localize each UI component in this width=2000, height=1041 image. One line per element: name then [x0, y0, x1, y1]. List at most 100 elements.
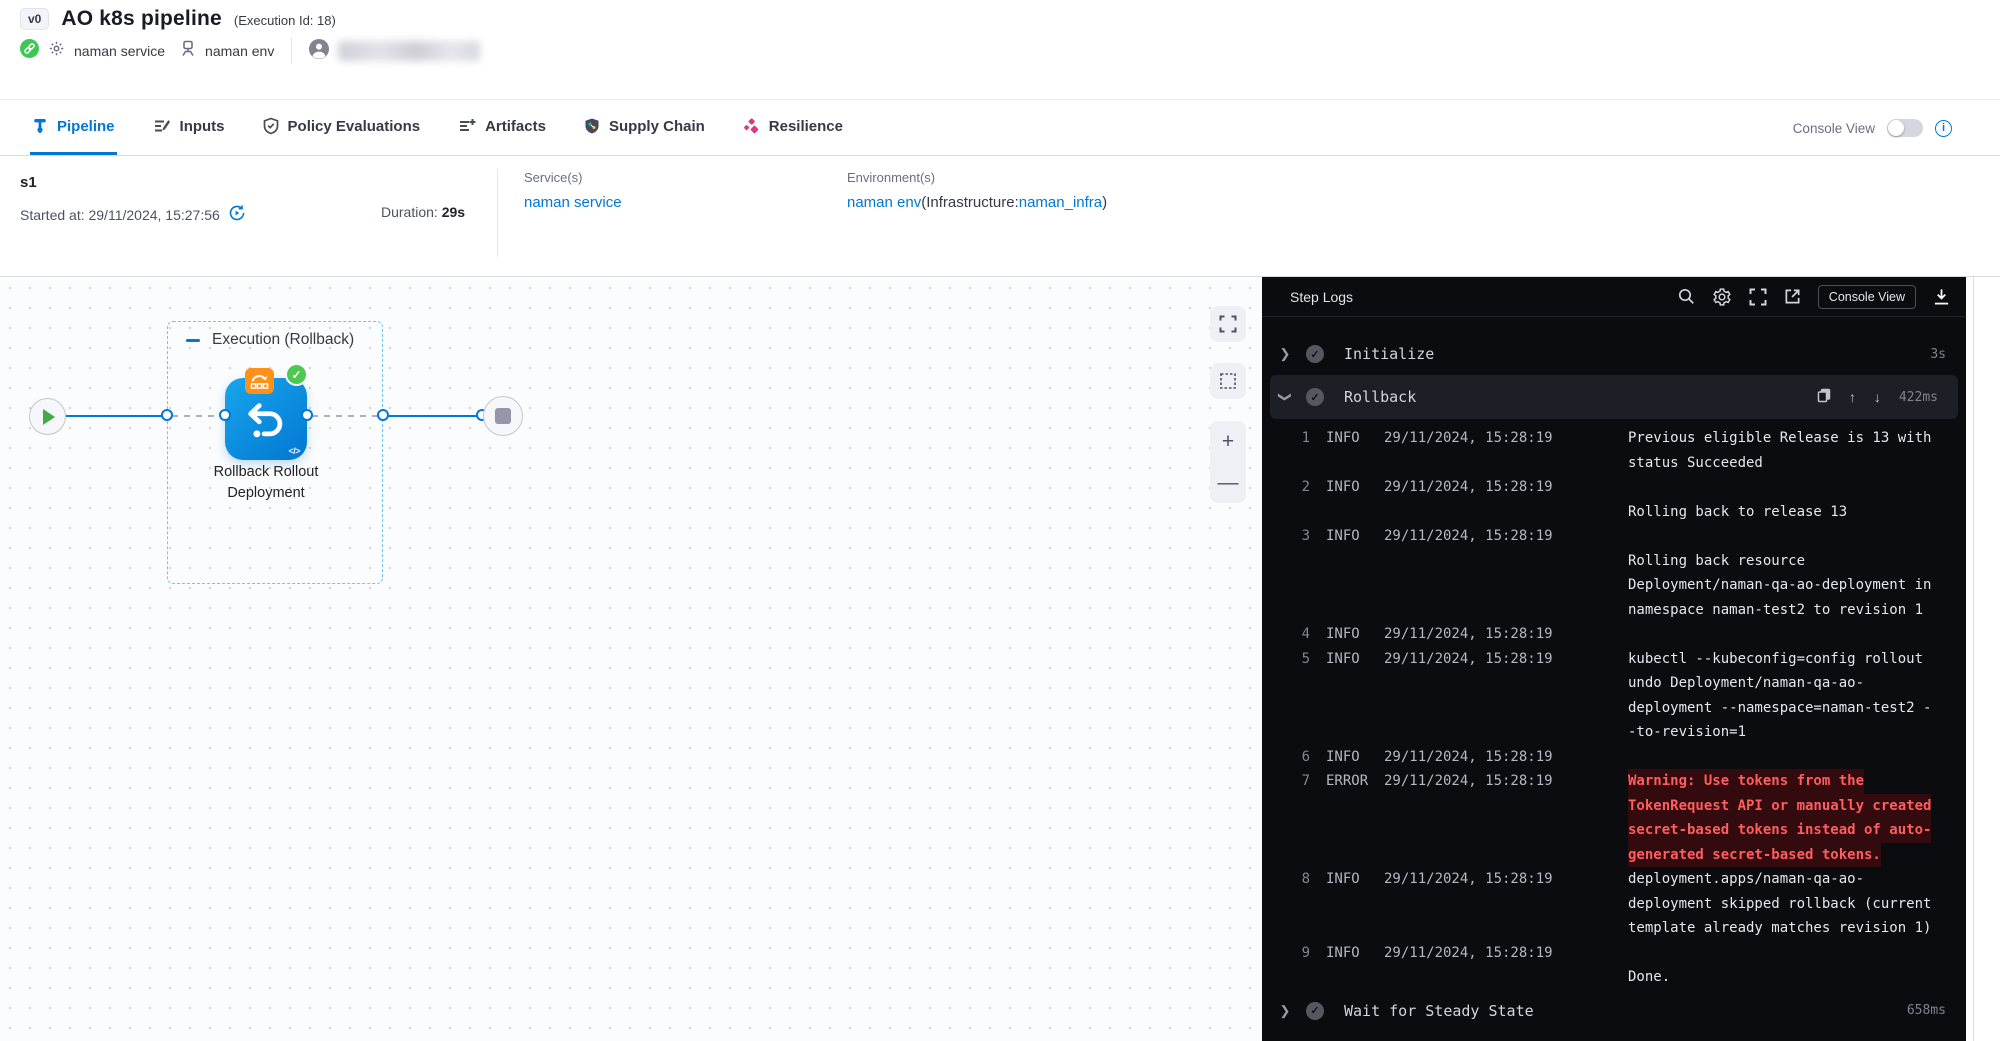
chevron-right-icon[interactable]: ❯: [1278, 346, 1292, 362]
log-num: [1296, 818, 1310, 843]
stage-info-bar: s1 Started at: 29/11/2024, 15:27:56 Dura…: [0, 157, 2000, 277]
log-section-rollback[interactable]: ❯ ✓ Rollback ↑ ↓ 422ms: [1270, 375, 1958, 419]
log-line: generated secret-based tokens.: [1262, 843, 1966, 868]
log-ts: [1384, 451, 1628, 476]
header-divider: [291, 38, 292, 64]
log-line: 5INFO29/11/2024, 15:28:19kubectl --kubec…: [1262, 647, 1966, 672]
search-icon[interactable]: [1678, 288, 1695, 305]
section-name: Rollback: [1344, 388, 1416, 406]
service-link[interactable]: naman service: [524, 194, 622, 211]
rollback-rollout-badge-icon: [245, 368, 274, 394]
open-in-new-icon[interactable]: [1784, 288, 1801, 305]
rollback-arrow-icon: [243, 396, 289, 442]
log-line: TokenRequest API or manually created: [1262, 794, 1966, 819]
fullscreen-icon[interactable]: [1749, 288, 1767, 306]
log-section-wait-for-steady-state[interactable]: ❯ ✓ Wait for Steady State 658ms: [1262, 990, 1966, 1032]
log-msg: deployment.apps/naman-qa-ao-: [1628, 867, 1864, 892]
collapse-group-button[interactable]: [185, 333, 200, 348]
log-lvl: [1326, 451, 1384, 476]
chevron-down-icon[interactable]: ❯: [1277, 390, 1293, 404]
header-meta-row: naman service naman env: [20, 38, 480, 64]
log-lvl: ERROR: [1326, 769, 1384, 794]
services-label: Service(s): [524, 170, 622, 185]
log-section-initialize[interactable]: ❯ ✓ Initialize 3s: [1262, 333, 1966, 375]
log-line: 4INFO29/11/2024, 15:28:19: [1262, 622, 1966, 647]
code-glyph: </>: [288, 446, 300, 456]
log-lvl: [1326, 818, 1384, 843]
tab-label: Inputs: [180, 118, 225, 135]
panel-resize-rail[interactable]: [1973, 277, 1974, 1041]
copy-icon[interactable]: [1817, 388, 1831, 406]
log-line: deployment skipped rollback (current: [1262, 892, 1966, 917]
log-ts: 29/11/2024, 15:28:19: [1384, 622, 1628, 647]
tab-inputs[interactable]: Inputs: [151, 100, 227, 155]
toggle-knob: [1888, 120, 1904, 136]
log-ts: [1384, 696, 1628, 721]
log-num: 2: [1296, 475, 1310, 500]
log-num: 8: [1296, 867, 1310, 892]
log-ts: 29/11/2024, 15:28:19: [1384, 426, 1628, 451]
log-lvl: INFO: [1326, 622, 1384, 647]
start-node[interactable]: [29, 398, 66, 435]
end-node[interactable]: [483, 396, 523, 436]
log-lvl: [1326, 916, 1384, 941]
connector-dot: [219, 409, 231, 421]
group-label: Execution (Rollback): [212, 331, 354, 349]
log-line: status Succeeded: [1262, 451, 1966, 476]
section-duration: 3s: [1930, 347, 1946, 362]
log-lvl: INFO: [1326, 647, 1384, 672]
tab-resilience[interactable]: Resilience: [741, 100, 845, 155]
tab-policy-evaluations[interactable]: Policy Evaluations: [261, 100, 423, 155]
log-msg: secret-based tokens instead of auto-: [1628, 818, 1931, 843]
log-lvl: [1326, 965, 1384, 990]
console-view-button[interactable]: Console View: [1818, 285, 1916, 309]
log-lvl: INFO: [1326, 867, 1384, 892]
log-num: [1296, 892, 1310, 917]
environment-icon: [180, 40, 196, 62]
log-lvl: [1326, 671, 1384, 696]
log-lvl: INFO: [1326, 524, 1384, 549]
log-line: 9INFO29/11/2024, 15:28:19: [1262, 941, 1966, 966]
connector-dot: [161, 409, 173, 421]
scroll-down-icon[interactable]: ↓: [1874, 389, 1881, 405]
log-line: 3INFO29/11/2024, 15:28:19: [1262, 524, 1966, 549]
zoom-in-button[interactable]: +: [1222, 431, 1234, 452]
chevron-right-icon[interactable]: ❯: [1278, 1003, 1292, 1019]
log-msg: template already matches revision 1): [1628, 916, 1931, 941]
log-ts: [1384, 720, 1628, 745]
infrastructure-suffix: ): [1102, 194, 1107, 211]
tab-supply-chain[interactable]: Supply Chain: [582, 100, 707, 155]
play-icon: [43, 409, 55, 425]
zoom-out-button[interactable]: —: [1218, 472, 1239, 493]
environment-link[interactable]: naman env: [847, 194, 921, 211]
log-ts: [1384, 598, 1628, 623]
log-lvl: [1326, 794, 1384, 819]
canvas-fullscreen-button[interactable]: [1210, 306, 1246, 342]
info-icon[interactable]: i: [1935, 120, 1952, 137]
log-ts: [1384, 892, 1628, 917]
log-msg: Done.: [1628, 965, 1670, 990]
infrastructure-link[interactable]: naman_infra: [1019, 194, 1102, 211]
tab-artifacts[interactable]: Artifacts: [456, 100, 548, 155]
log-lvl: [1326, 720, 1384, 745]
log-msg: deployment --namespace=naman-test2 -: [1628, 696, 1931, 721]
settings-gear-icon[interactable]: [1712, 287, 1732, 307]
console-view-toggle[interactable]: [1887, 119, 1923, 137]
download-icon[interactable]: [1933, 288, 1950, 305]
log-line: Done.: [1262, 965, 1966, 990]
log-num: [1296, 696, 1310, 721]
log-msg: deployment skipped rollback (current: [1628, 892, 1931, 917]
connector-dot: [377, 409, 389, 421]
log-lvl: INFO: [1326, 426, 1384, 451]
pipeline-canvas[interactable]: Execution (Rollback) </> ✓ Rollback Roll…: [0, 278, 1262, 1041]
rerun-history-icon[interactable]: [228, 204, 246, 225]
page-title: AO k8s pipeline: [61, 7, 222, 31]
log-msg: Rolling back to release 13: [1628, 500, 1847, 525]
avatar: [309, 39, 329, 64]
log-num: [1296, 720, 1310, 745]
log-num: [1296, 843, 1310, 868]
log-msg: generated secret-based tokens.: [1628, 843, 1881, 868]
scroll-up-icon[interactable]: ↑: [1849, 389, 1856, 405]
canvas-marquee-select-button[interactable]: [1210, 363, 1246, 399]
tab-pipeline[interactable]: Pipeline: [30, 100, 117, 155]
